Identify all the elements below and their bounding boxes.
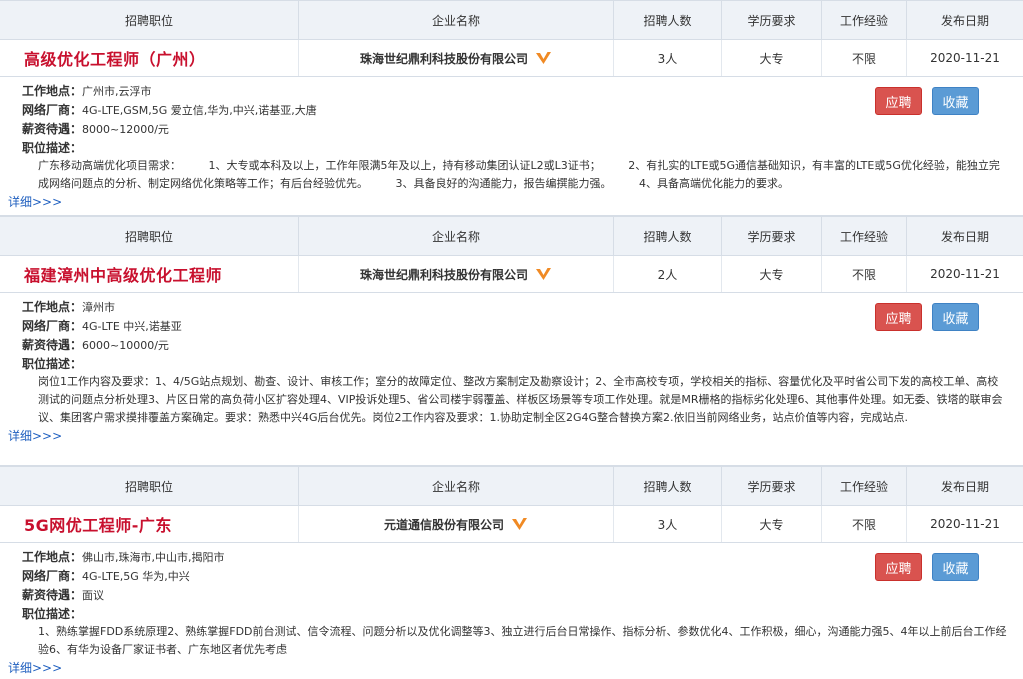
vendor-value: 4G-LTE,5G 华为,中兴 bbox=[82, 570, 190, 583]
job-count: 3人 bbox=[614, 40, 722, 76]
vendor-line: 网络厂商：4G-LTE,GSM,5G 爱立信,华为,中兴,诺基亚,大唐 bbox=[8, 101, 1013, 120]
job-description: 1、熟练掌握FDD系统原理2、熟练掌握FDD前台测试、信令流程、问题分析以及优化… bbox=[38, 625, 1007, 656]
location-line: 工作地点：广州市,云浮市 bbox=[8, 82, 1013, 101]
apply-button[interactable]: 应聘 bbox=[875, 303, 922, 331]
detail-link[interactable]: 详细>>> bbox=[8, 193, 62, 211]
verified-v-icon bbox=[511, 517, 528, 531]
header-experience: 工作经验 bbox=[822, 467, 907, 505]
header-date: 发布日期 bbox=[940, 229, 989, 244]
salary-label: 薪资待遇： bbox=[22, 338, 83, 352]
job-title-link[interactable]: 福建漳州中高级优化工程师 bbox=[24, 262, 222, 286]
job-experience: 不限 bbox=[822, 506, 907, 542]
job-experience: 不限 bbox=[822, 256, 907, 292]
job-description: 岗位1工作内容及要求：1、4/5G站点规划、勘查、设计、审核工作；室分的故障定位… bbox=[38, 375, 1003, 424]
job-education: 大专 bbox=[722, 506, 822, 542]
header-date: 发布日期 bbox=[940, 479, 989, 494]
header-company: 企业名称 bbox=[299, 217, 614, 255]
header-company: 企业名称 bbox=[299, 1, 614, 39]
header-count: 招聘人数 bbox=[614, 1, 722, 39]
save-button[interactable]: 收藏 bbox=[932, 303, 979, 331]
save-button[interactable]: 收藏 bbox=[932, 553, 979, 581]
header-position: 招聘职位 bbox=[0, 467, 299, 505]
job-summary-row: 高级优化工程师（广州） 珠海世纪鼎利科技股份有限公司 3人 大专 不限 2020… bbox=[0, 40, 1023, 77]
job-education: 大专 bbox=[722, 256, 822, 292]
location-label: 工作地点： bbox=[22, 300, 83, 314]
header-experience: 工作经验 bbox=[822, 217, 907, 255]
location-label: 工作地点： bbox=[22, 84, 83, 98]
job-detail: 应聘 收藏 工作地点：广州市,云浮市 网络厂商：4G-LTE,GSM,5G 爱立… bbox=[0, 77, 1023, 216]
header-experience: 工作经验 bbox=[822, 1, 907, 39]
table-header: 招聘职位 企业名称 招聘人数 学历要求 工作经验 发布日期 bbox=[0, 0, 1023, 40]
salary-value: 面议 bbox=[82, 589, 105, 602]
vendor-label: 网络厂商： bbox=[22, 569, 83, 583]
vendor-label: 网络厂商： bbox=[22, 319, 83, 333]
job-block: 招聘职位 企业名称 招聘人数 学历要求 工作经验 发布日期 福建漳州中高级优化工… bbox=[0, 216, 1023, 466]
table-header: 招聘职位 企业名称 招聘人数 学历要求 工作经验 发布日期 bbox=[0, 466, 1023, 506]
salary-value: 8000~12000/元 bbox=[82, 123, 169, 136]
job-summary-row: 5G网优工程师-广东 元道通信股份有限公司 3人 大专 不限 2020-11-2… bbox=[0, 506, 1023, 543]
vendor-value: 4G-LTE,GSM,5G 爱立信,华为,中兴,诺基亚,大唐 bbox=[82, 104, 317, 117]
apply-button[interactable]: 应聘 bbox=[875, 87, 922, 115]
location-value: 漳州市 bbox=[82, 301, 116, 314]
vendor-line: 网络厂商：4G-LTE,5G 华为,中兴 bbox=[8, 567, 1013, 586]
job-actions: 应聘 收藏 bbox=[875, 87, 979, 115]
job-description: 广东移动高端优化项目需求： 1、大专或本科及以上，工作年限满5年及以上，持有移动… bbox=[38, 159, 1000, 190]
company-name-link[interactable]: 珠海世纪鼎利科技股份有限公司 bbox=[360, 266, 528, 283]
vendor-value: 4G-LTE 中兴,诺基亚 bbox=[82, 320, 182, 333]
location-line: 工作地点：漳州市 bbox=[8, 298, 1013, 317]
detail-link[interactable]: 详细>>> bbox=[8, 427, 62, 445]
salary-line: 薪资待遇：6000~10000/元 bbox=[8, 336, 1013, 355]
salary-line: 薪资待遇：8000~12000/元 bbox=[8, 120, 1013, 139]
salary-label: 薪资待遇： bbox=[22, 588, 83, 602]
header-education: 学历要求 bbox=[722, 467, 822, 505]
job-actions: 应聘 收藏 bbox=[875, 553, 979, 581]
job-block: 招聘职位 企业名称 招聘人数 学历要求 工作经验 发布日期 5G网优工程师-广东… bbox=[0, 466, 1023, 679]
header-company: 企业名称 bbox=[299, 467, 614, 505]
verified-v-icon bbox=[535, 267, 552, 281]
header-count: 招聘人数 bbox=[614, 467, 722, 505]
salary-line: 薪资待遇：面议 bbox=[8, 586, 1013, 605]
job-summary-row: 福建漳州中高级优化工程师 珠海世纪鼎利科技股份有限公司 2人 大专 不限 202… bbox=[0, 256, 1023, 293]
company-name-link[interactable]: 元道通信股份有限公司 bbox=[384, 516, 504, 533]
salary-value: 6000~10000/元 bbox=[82, 339, 169, 352]
vendor-label: 网络厂商： bbox=[22, 103, 83, 117]
location-value: 佛山市,珠海市,中山市,揭阳市 bbox=[82, 551, 225, 564]
job-date: 2020-11-21 bbox=[930, 51, 1000, 65]
location-line: 工作地点：佛山市,珠海市,中山市,揭阳市 bbox=[8, 548, 1013, 567]
job-count: 2人 bbox=[614, 256, 722, 292]
job-detail: 应聘 收藏 工作地点：漳州市 网络厂商：4G-LTE 中兴,诺基亚 薪资待遇：6… bbox=[0, 293, 1023, 466]
job-actions: 应聘 收藏 bbox=[875, 303, 979, 331]
job-title-link[interactable]: 5G网优工程师-广东 bbox=[24, 512, 172, 536]
table-header: 招聘职位 企业名称 招聘人数 学历要求 工作经验 发布日期 bbox=[0, 216, 1023, 256]
header-education: 学历要求 bbox=[722, 1, 822, 39]
job-count: 3人 bbox=[614, 506, 722, 542]
header-education: 学历要求 bbox=[722, 217, 822, 255]
company-name-link[interactable]: 珠海世纪鼎利科技股份有限公司 bbox=[360, 50, 528, 67]
header-position: 招聘职位 bbox=[0, 1, 299, 39]
header-count: 招聘人数 bbox=[614, 217, 722, 255]
salary-label: 薪资待遇： bbox=[22, 122, 83, 136]
location-value: 广州市,云浮市 bbox=[82, 85, 152, 98]
job-experience: 不限 bbox=[822, 40, 907, 76]
job-listing: 招聘职位 企业名称 招聘人数 学历要求 工作经验 发布日期 高级优化工程师（广州… bbox=[0, 0, 1023, 679]
location-label: 工作地点： bbox=[22, 550, 83, 564]
job-date: 2020-11-21 bbox=[930, 267, 1000, 281]
job-education: 大专 bbox=[722, 40, 822, 76]
header-position: 招聘职位 bbox=[0, 217, 299, 255]
header-date: 发布日期 bbox=[940, 13, 989, 28]
verified-v-icon bbox=[535, 51, 552, 65]
desc-label: 职位描述： bbox=[22, 141, 83, 155]
detail-link[interactable]: 详细>>> bbox=[8, 659, 62, 677]
desc-label: 职位描述： bbox=[22, 357, 83, 371]
vendor-line: 网络厂商：4G-LTE 中兴,诺基亚 bbox=[8, 317, 1013, 336]
desc-label: 职位描述： bbox=[22, 607, 83, 621]
job-block: 招聘职位 企业名称 招聘人数 学历要求 工作经验 发布日期 高级优化工程师（广州… bbox=[0, 0, 1023, 216]
job-title-link[interactable]: 高级优化工程师（广州） bbox=[24, 46, 206, 70]
job-date: 2020-11-21 bbox=[930, 517, 1000, 531]
apply-button[interactable]: 应聘 bbox=[875, 553, 922, 581]
job-detail: 应聘 收藏 工作地点：佛山市,珠海市,中山市,揭阳市 网络厂商：4G-LTE,5… bbox=[0, 543, 1023, 679]
save-button[interactable]: 收藏 bbox=[932, 87, 979, 115]
